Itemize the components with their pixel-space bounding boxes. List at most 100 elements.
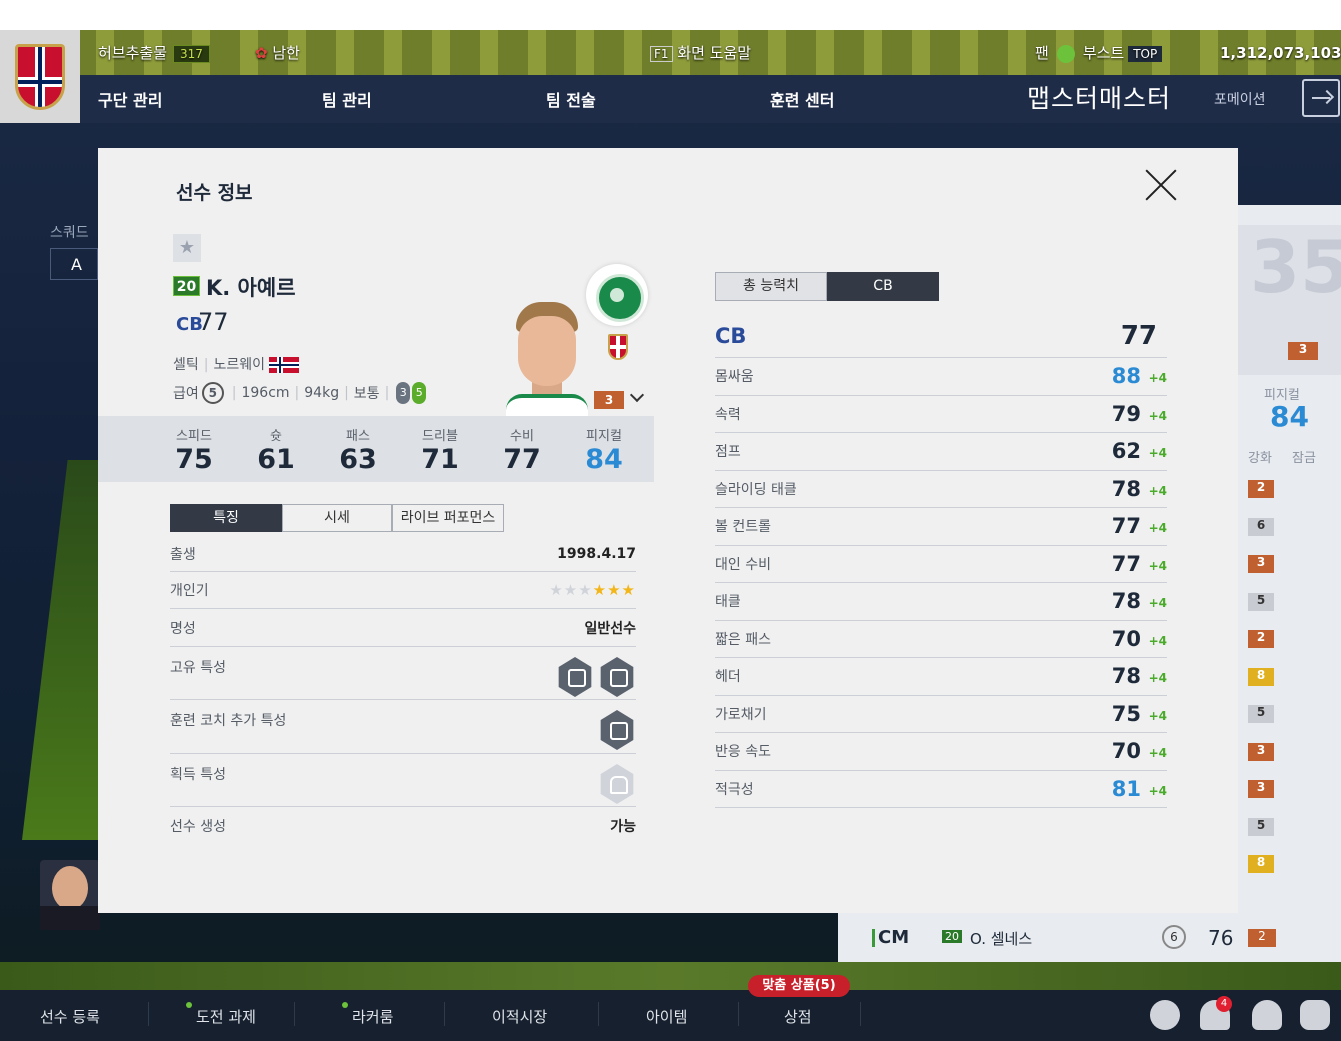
footer-challenge-label: 도전 과제 xyxy=(196,1008,256,1026)
pitch-strip xyxy=(0,962,1341,990)
info-row-birth: 출생 1998.4.17 xyxy=(170,536,636,572)
fan-icon: ✿ xyxy=(255,44,268,62)
info-row-unique-trait: 고유 특성 xyxy=(170,647,636,700)
summary-value: 63 xyxy=(339,444,377,475)
footer-item[interactable]: 아이템 xyxy=(646,1006,687,1027)
trait-icons xyxy=(552,657,636,701)
info-tabs: 특징 시세 라이브 퍼포먼스 xyxy=(170,504,504,532)
stat-bonus: +4 xyxy=(1148,521,1167,535)
stat-value: 62 xyxy=(1111,439,1141,464)
summary-passing: 패스 63 xyxy=(317,416,399,482)
enhance-grade-badge[interactable]: 3 xyxy=(594,391,624,409)
footer-locker[interactable]: 라커룸 xyxy=(342,1002,394,1027)
stat-row: 몸싸움 88 +4 xyxy=(715,358,1167,396)
stat-header-label: CB xyxy=(715,323,747,348)
help-button[interactable]: F1 화면 도움말 xyxy=(650,42,751,63)
medic-trait-icon[interactable] xyxy=(558,657,592,697)
info-value: 가능 xyxy=(610,819,636,835)
modal-title: 선수 정보 xyxy=(176,182,253,204)
stat-label: 볼 컨트롤 xyxy=(715,519,771,536)
stat-value: 77 xyxy=(1111,514,1141,539)
footer-challenge[interactable]: 도전 과제 xyxy=(186,1002,256,1027)
stat-value: 88 xyxy=(1111,364,1141,389)
stat-bonus: +4 xyxy=(1148,671,1167,685)
nav-item-tactics[interactable]: 팀 전술 xyxy=(546,87,596,111)
stat-row: 가로채기 75 +4 xyxy=(715,696,1167,733)
help-key: F1 xyxy=(650,46,673,62)
info-row-create: 선수 생성 가능 xyxy=(170,807,636,845)
tab-total-stats[interactable]: 총 능력치 xyxy=(715,272,827,301)
footer-shop[interactable]: 상점 xyxy=(784,1006,812,1027)
profile-icon[interactable] xyxy=(1252,1000,1282,1030)
info-row-acquired-trait: 획득 특성 xyxy=(170,754,636,807)
summary-dribbling: 드리블 71 xyxy=(399,416,481,482)
player-name: O. 셀네스 xyxy=(970,930,1033,948)
notification-count: 4 xyxy=(1216,996,1232,1012)
squad-row-selected[interactable]: CM 20 O. 셀네스 6 76 2 xyxy=(838,913,1341,963)
stat-value: 77 xyxy=(1111,551,1141,576)
snake-trait-icon[interactable] xyxy=(600,657,634,697)
stat-row: 적극성 81 +4 xyxy=(715,771,1167,808)
player-info-list: 출생 1998.4.17 개인기 ★★★★★★ 명성 일반선수 고유 특성 훈련 코치… xyxy=(170,536,636,845)
tab-price[interactable]: 시세 xyxy=(282,504,392,532)
close-icon[interactable] xyxy=(1144,168,1178,202)
summary-label: 슛 xyxy=(270,429,282,444)
coach-avatar[interactable] xyxy=(40,860,100,930)
nation-name: 노르웨이 xyxy=(213,357,266,373)
stat-row: 슬라이딩 태클 78 +4 xyxy=(715,471,1167,508)
footer-locker-label: 라커룸 xyxy=(352,1008,394,1026)
grade-badge: 6 xyxy=(1248,517,1274,536)
summary-value: 75 xyxy=(175,444,213,475)
chevron-down-icon[interactable] xyxy=(629,387,645,403)
stat-value: 78 xyxy=(1111,589,1141,614)
info-row-skill: 개인기 ★★★★★★ xyxy=(170,572,636,609)
fan2-label: 팬 xyxy=(1035,44,1049,62)
stat-bonus: +4 xyxy=(1148,746,1167,760)
stat-row: 태클 78 +4 xyxy=(715,583,1167,621)
footer-transfer[interactable]: 이적시장 xyxy=(492,1006,547,1027)
info-value: 1998.4.17 xyxy=(557,545,636,562)
stat-row: 점프 62 +4 xyxy=(715,433,1167,471)
currency-display[interactable]: 허브추출물 317 xyxy=(98,42,210,63)
stat-bonus: +4 xyxy=(1148,633,1167,648)
summary-label: 스피드 xyxy=(176,429,212,444)
footer-register[interactable]: 선수 등록 xyxy=(40,1006,100,1027)
lock-icon[interactable] xyxy=(600,764,634,804)
nav-item-team[interactable]: 팀 관리 xyxy=(322,87,372,111)
stat-value: 81 xyxy=(1111,776,1141,801)
stat-bonus: +4 xyxy=(1148,371,1167,385)
tab-position-stats[interactable]: CB xyxy=(827,272,939,301)
stat-label: 태클 xyxy=(715,594,741,611)
gear-icon[interactable] xyxy=(1300,1000,1330,1030)
player-ovr: 76 xyxy=(1208,926,1234,950)
stat-value: 78 xyxy=(1111,664,1141,689)
tab-traits[interactable]: 특징 xyxy=(170,504,282,532)
stat-value: 70 xyxy=(1111,739,1141,764)
formation-label[interactable]: 포메이션 xyxy=(1214,89,1266,109)
favorite-star-icon[interactable]: ★ xyxy=(173,234,201,262)
exit-icon[interactable] xyxy=(1302,79,1340,117)
nav-item-club[interactable]: 구단 관리 xyxy=(98,87,162,111)
stat-value: 79 xyxy=(1111,401,1141,426)
summary-value: 61 xyxy=(257,444,295,475)
stat-row: 짧은 패스 70 +4 xyxy=(715,621,1167,658)
stat-row: 대인 수비 77 +4 xyxy=(715,546,1167,583)
top-status-bar: 허브추출물 317 ✿ 남한 F1 화면 도움말 팬 부스트 TOP 1,312,07… xyxy=(80,30,1341,75)
stat-value: 70 xyxy=(1111,626,1141,651)
summary-stats: 스피드 75 슛 61 패스 63 드리블 71 수비 77 피지컬 84 xyxy=(98,416,654,482)
stat-bonus: +4 xyxy=(1148,558,1167,573)
club-crest[interactable] xyxy=(0,30,80,123)
summary-label: 수비 xyxy=(510,429,534,444)
stat-value: 75 xyxy=(1111,701,1141,726)
stat-bonus: +4 xyxy=(1148,408,1167,423)
tab-live-performance[interactable]: 라이브 퍼포먼스 xyxy=(392,504,504,532)
boost-label: 부스트 xyxy=(1082,44,1125,62)
physical-value: 84 xyxy=(1270,400,1309,433)
squad-select[interactable]: A xyxy=(50,248,98,280)
nav-item-training[interactable]: 훈련 센터 xyxy=(770,87,834,111)
boost-display[interactable]: 팬 부스트 TOP xyxy=(1035,42,1163,63)
main-nav: 구단 관리 팀 관리 팀 전술 훈련 센터 맵스터매스터 포메이션 xyxy=(80,75,1341,123)
ball-icon[interactable] xyxy=(1150,1000,1180,1030)
coach-trait-icon[interactable] xyxy=(600,710,634,750)
promo-badge[interactable]: 맞춤 상품(5) xyxy=(748,975,850,997)
